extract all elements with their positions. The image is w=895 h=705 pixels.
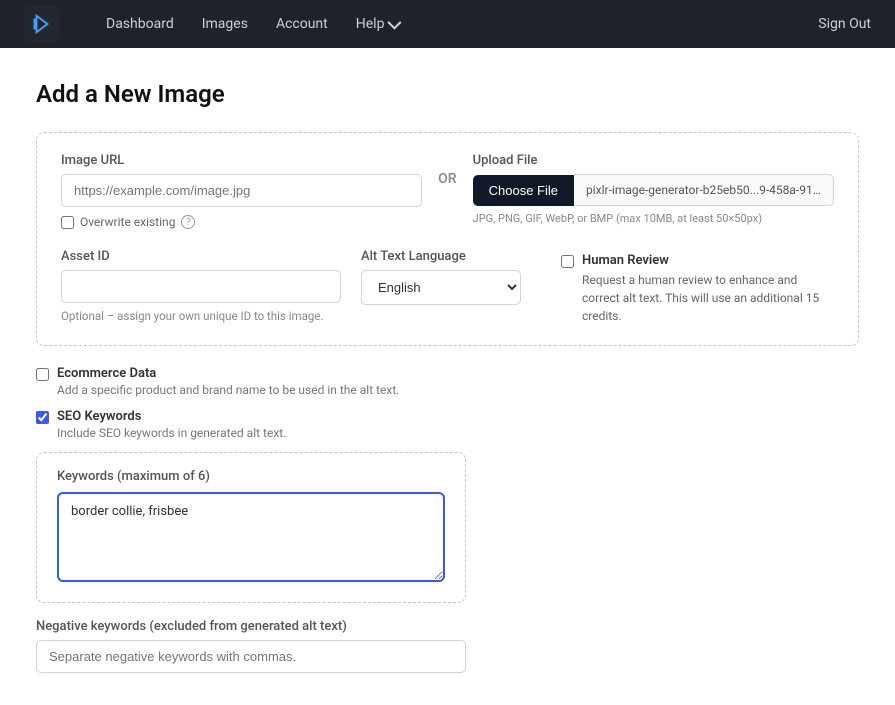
right-col xyxy=(486,366,859,374)
bottom-section: Ecommerce Data Add a specific product an… xyxy=(36,366,859,673)
human-review-content: Human Review Request a human review to e… xyxy=(582,253,834,325)
keywords-card: Keywords (maximum of 6) border collie, f… xyxy=(36,452,466,603)
navbar: Dashboard Images Account Help Sign Out xyxy=(0,0,895,48)
nav-account[interactable]: Account xyxy=(262,0,342,48)
asset-id-label: Asset ID xyxy=(61,249,341,264)
info-icon[interactable]: ? xyxy=(181,215,195,229)
overwrite-label: Overwrite existing xyxy=(80,215,175,229)
upload-file-section: Upload File Choose File pixlr-image-gene… xyxy=(473,153,834,225)
asset-id-input[interactable] xyxy=(61,270,341,303)
image-url-input[interactable] xyxy=(61,174,422,207)
nav-dashboard[interactable]: Dashboard xyxy=(92,0,188,48)
nav-images[interactable]: Images xyxy=(188,0,262,48)
page-title: Add a New Image xyxy=(36,80,859,108)
human-review-title: Human Review xyxy=(582,253,834,268)
main-content: Add a New Image Image URL Overwrite exis… xyxy=(0,48,895,705)
sign-out-button[interactable]: Sign Out xyxy=(818,16,871,32)
choose-file-button[interactable]: Choose File xyxy=(473,175,574,206)
image-url-label: Image URL xyxy=(61,153,422,168)
ecommerce-desc: Add a specific product and brand name to… xyxy=(57,383,399,397)
seo-keywords-title: SEO Keywords xyxy=(57,409,286,424)
ecommerce-title: Ecommerce Data xyxy=(57,366,399,381)
nav-help-label: Help xyxy=(356,16,385,32)
file-name-display: pixlr-image-generator-b25eb50...9-458a-9… xyxy=(574,174,834,206)
ecommerce-option-row: Ecommerce Data Add a specific product an… xyxy=(36,366,466,397)
upload-card: Image URL Overwrite existing ? OR Upload… xyxy=(36,132,859,346)
nav-links: Dashboard Images Account Help xyxy=(92,0,794,48)
human-review-desc: Request a human review to enhance and co… xyxy=(582,271,834,325)
alt-text-language-label: Alt Text Language xyxy=(361,249,521,264)
left-col: Ecommerce Data Add a specific product an… xyxy=(36,366,466,673)
file-hint: JPG, PNG, GIF, WebP, or BMP (max 10MB, a… xyxy=(473,212,834,225)
ecommerce-checkbox[interactable] xyxy=(36,368,49,381)
fields-row: Asset ID Optional – assign your own uniq… xyxy=(61,249,834,325)
seo-content: SEO Keywords Include SEO keywords in gen… xyxy=(57,409,286,440)
upload-row: Image URL Overwrite existing ? OR Upload… xyxy=(61,153,834,229)
asset-id-section: Asset ID Optional – assign your own uniq… xyxy=(61,249,341,323)
overwrite-row: Overwrite existing ? xyxy=(61,215,422,229)
ecommerce-content: Ecommerce Data Add a specific product an… xyxy=(57,366,399,397)
alt-text-language-section: Alt Text Language English French German … xyxy=(361,249,521,305)
alt-text-language-select[interactable]: English French German Spanish Japanese xyxy=(361,270,521,305)
upload-file-label: Upload File xyxy=(473,153,834,168)
negative-keywords-section: Negative keywords (excluded from generat… xyxy=(36,619,466,673)
keywords-textarea[interactable]: border collie, frisbee xyxy=(57,492,445,582)
human-review-section: Human Review Request a human review to e… xyxy=(561,249,834,325)
overwrite-checkbox[interactable] xyxy=(61,216,74,229)
upload-file-row: Choose File pixlr-image-generator-b25eb5… xyxy=(473,174,834,206)
chevron-down-icon xyxy=(388,16,402,30)
asset-id-hint: Optional – assign your own unique ID to … xyxy=(61,309,341,323)
nav-help[interactable]: Help xyxy=(342,0,413,48)
keywords-label: Keywords (maximum of 6) xyxy=(57,469,445,484)
logo[interactable] xyxy=(24,6,60,42)
seo-keywords-checkbox[interactable] xyxy=(36,411,49,424)
seo-option-row: SEO Keywords Include SEO keywords in gen… xyxy=(36,409,466,440)
image-url-section: Image URL Overwrite existing ? xyxy=(61,153,422,229)
negative-keywords-label: Negative keywords (excluded from generat… xyxy=(36,619,466,634)
or-divider: OR xyxy=(438,153,456,187)
human-review-checkbox[interactable] xyxy=(561,255,574,268)
seo-keywords-desc: Include SEO keywords in generated alt te… xyxy=(57,426,286,440)
negative-keywords-input[interactable] xyxy=(36,640,466,673)
human-review-row: Human Review Request a human review to e… xyxy=(561,253,834,325)
